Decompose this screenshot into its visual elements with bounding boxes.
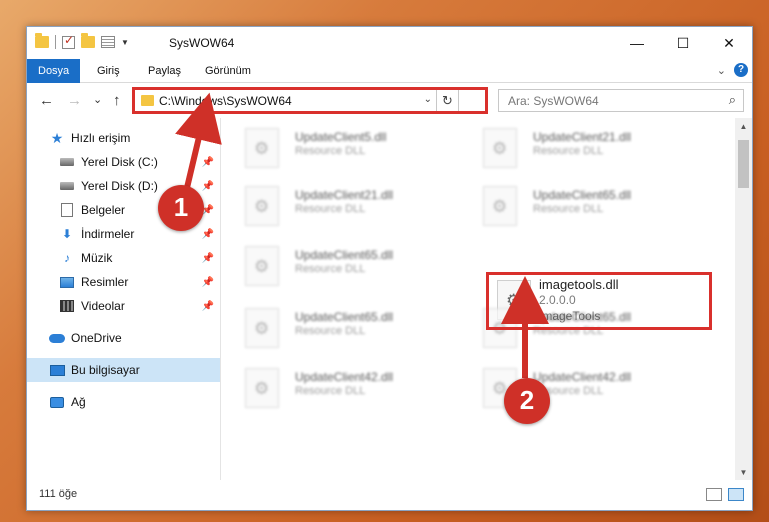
step-badge-1: 1 — [158, 185, 204, 231]
arrow-to-address-bar — [175, 92, 222, 193]
step-badge-2: 2 — [504, 378, 550, 424]
annotation-arrows — [175, 92, 549, 378]
